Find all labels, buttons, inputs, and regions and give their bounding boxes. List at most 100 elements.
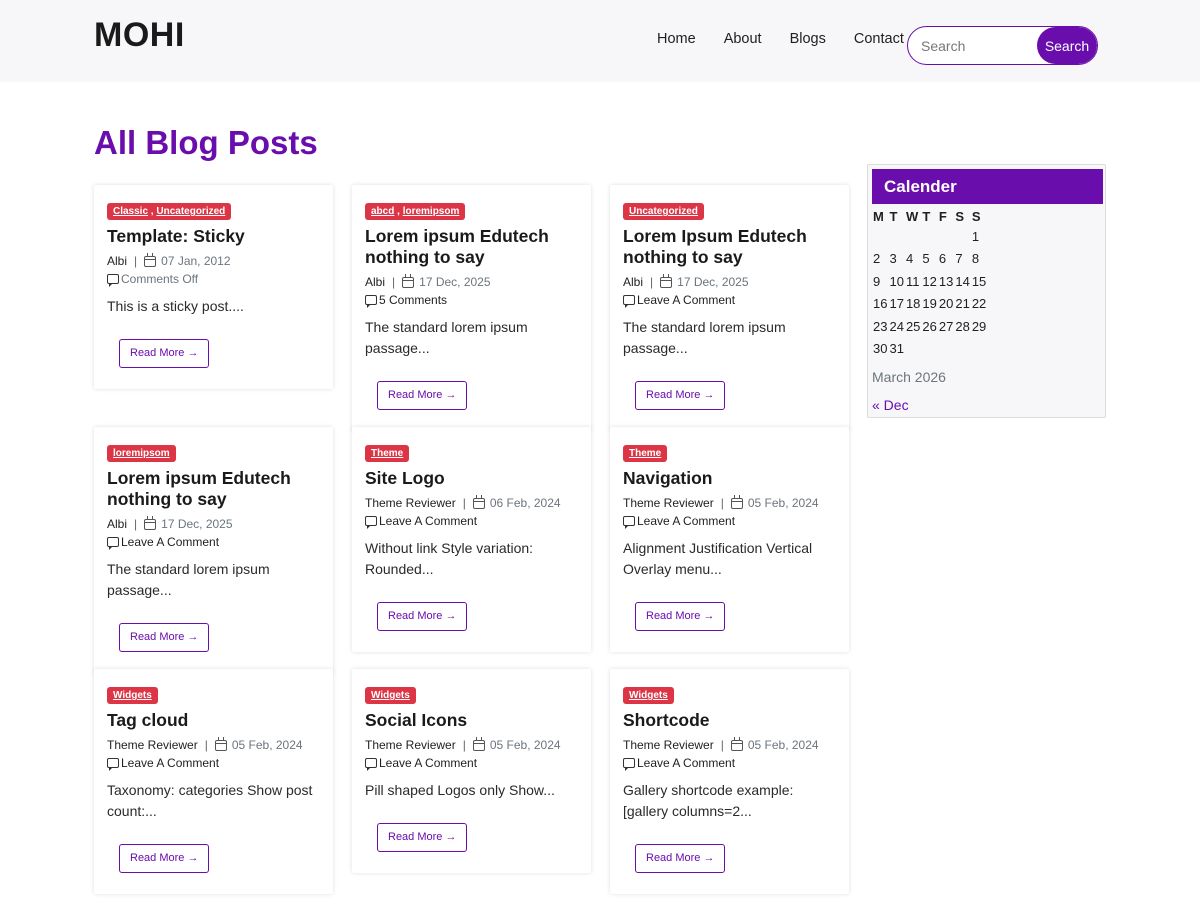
post-comments[interactable]: 5 Comments: [365, 292, 578, 308]
post-author[interactable]: Theme Reviewer: [365, 495, 456, 511]
calendar-day: 21: [955, 296, 970, 312]
comment-icon: [623, 758, 635, 771]
category-badge: Widgets: [107, 687, 158, 704]
meta-separator: |: [134, 517, 138, 531]
post-comments[interactable]: Leave A Comment: [623, 292, 836, 308]
calendar-day: 26: [922, 318, 937, 334]
calendar-day: [938, 338, 954, 361]
category-link[interactable]: Theme: [371, 448, 403, 459]
category-link[interactable]: abcd: [371, 206, 394, 217]
calendar-day: 28: [955, 318, 970, 334]
post-title[interactable]: Site Logo: [365, 468, 578, 489]
read-more-button[interactable]: Read More →: [377, 381, 468, 410]
calendar-day: 15: [971, 273, 987, 289]
calendar-day: 6: [938, 251, 947, 267]
post-meta: Albi | 07 Jan, 2012: [107, 252, 320, 269]
read-more-button[interactable]: Read More →: [635, 602, 726, 631]
read-more-button[interactable]: Read More →: [119, 339, 210, 368]
calendar-week: 23 24 25 26 27 28 29: [872, 315, 987, 338]
calendar-day: 23: [873, 318, 888, 334]
post-comments[interactable]: Leave A Comment: [623, 755, 836, 771]
calendar-icon: [472, 736, 485, 751]
category-badge: Widgets: [623, 687, 674, 704]
post-excerpt: The standard lorem ipsum passage...: [623, 319, 786, 356]
calendar-weekday: T: [889, 208, 898, 224]
post-comments[interactable]: Leave A Comment: [365, 513, 578, 529]
post-title[interactable]: Lorem ipsum Edutech nothing to say: [365, 226, 578, 268]
post-excerpt: Pill shaped Logos only Show...: [365, 782, 555, 798]
calendar-day: 12: [922, 273, 937, 289]
comment-icon: [365, 295, 377, 308]
calendar-day: 2: [873, 251, 881, 267]
comments-label: Leave A Comment: [637, 756, 736, 770]
post-comments[interactable]: Leave A Comment: [623, 513, 836, 529]
comment-icon: [107, 274, 119, 287]
post-title[interactable]: Tag cloud: [107, 710, 320, 731]
post-comments[interactable]: Leave A Comment: [107, 534, 320, 550]
post-meta: Theme Reviewer | 06 Feb, 2024: [365, 494, 578, 511]
post-comments[interactable]: Comments Off: [107, 271, 320, 287]
post-author[interactable]: Theme Reviewer: [623, 737, 714, 753]
calendar-prev-link[interactable]: « Dec: [872, 397, 909, 413]
category-link[interactable]: Widgets: [629, 690, 668, 701]
calendar-icon: [472, 494, 485, 509]
calendar-day: 20: [938, 296, 954, 312]
post-author[interactable]: Theme Reviewer: [107, 737, 198, 753]
nav-blogs[interactable]: Blogs: [790, 31, 826, 47]
nav-home[interactable]: Home: [657, 31, 696, 47]
category-link[interactable]: Widgets: [113, 690, 152, 701]
post-comments[interactable]: Leave A Comment: [365, 755, 578, 771]
read-more-button[interactable]: Read More →: [635, 381, 726, 410]
post-date: 05 Feb, 2024: [231, 738, 303, 752]
post-author[interactable]: Albi: [623, 274, 643, 290]
comment-icon: [623, 516, 635, 529]
calendar-day: [954, 225, 970, 248]
category-link[interactable]: loremipsom: [403, 206, 460, 217]
calendar-icon: [144, 252, 157, 267]
post-title[interactable]: Social Icons: [365, 710, 578, 731]
calendar-day: 11: [905, 273, 920, 289]
nav-about[interactable]: About: [724, 31, 762, 47]
comments-label: Comments Off: [121, 272, 199, 286]
post-title[interactable]: Navigation: [623, 468, 836, 489]
calendar-week: 2345678: [872, 248, 987, 271]
meta-separator: |: [462, 738, 466, 752]
post-title[interactable]: Template: Sticky: [107, 226, 320, 247]
post-comments[interactable]: Leave A Comment: [107, 755, 320, 771]
post-title[interactable]: Shortcode: [623, 710, 836, 731]
post-title[interactable]: Lorem Ipsum Edutech nothing to say: [623, 226, 836, 268]
post-card: Uncategorized Lorem Ipsum Edutech nothin…: [610, 185, 849, 431]
calendar-day: [888, 225, 904, 248]
read-more-button[interactable]: Read More →: [119, 623, 210, 652]
comment-icon: [107, 537, 119, 550]
category-link[interactable]: Uncategorized: [629, 206, 698, 217]
category-badge: Theme: [623, 445, 668, 462]
post-author[interactable]: Albi: [107, 516, 127, 532]
read-more-button[interactable]: Read More →: [377, 823, 468, 852]
read-more-button[interactable]: Read More →: [377, 602, 468, 631]
calendar-day: 9: [873, 273, 881, 289]
site-logo[interactable]: MOHI: [94, 16, 185, 55]
category-link[interactable]: Uncategorized: [156, 206, 225, 217]
post-title[interactable]: Lorem ipsum Edutech nothing to say: [107, 468, 320, 510]
calendar-day: 30: [873, 341, 888, 357]
post-author[interactable]: Albi: [365, 274, 385, 290]
post-author[interactable]: Albi: [107, 253, 127, 269]
post-author[interactable]: Theme Reviewer: [623, 495, 714, 511]
search-button[interactable]: Search: [1037, 27, 1097, 64]
read-more-button[interactable]: Read More →: [635, 844, 726, 873]
read-more-button[interactable]: Read More →: [119, 844, 210, 873]
search-input[interactable]: [908, 27, 1040, 64]
category-link[interactable]: Widgets: [371, 690, 410, 701]
category-badge: Classic , Uncategorized: [107, 203, 232, 220]
calendar-day: [921, 225, 937, 248]
nav-contact[interactable]: Contact: [854, 31, 904, 47]
calendar-day: [872, 225, 888, 248]
post-excerpt: Without link Style variation: Rounded...: [365, 540, 534, 577]
post-author[interactable]: Theme Reviewer: [365, 737, 456, 753]
meta-separator: |: [204, 738, 208, 752]
calendar-week: 1: [872, 225, 987, 248]
category-link[interactable]: Theme: [629, 448, 661, 459]
category-link[interactable]: Classic: [113, 206, 148, 217]
category-link[interactable]: loremipsom: [113, 448, 170, 459]
